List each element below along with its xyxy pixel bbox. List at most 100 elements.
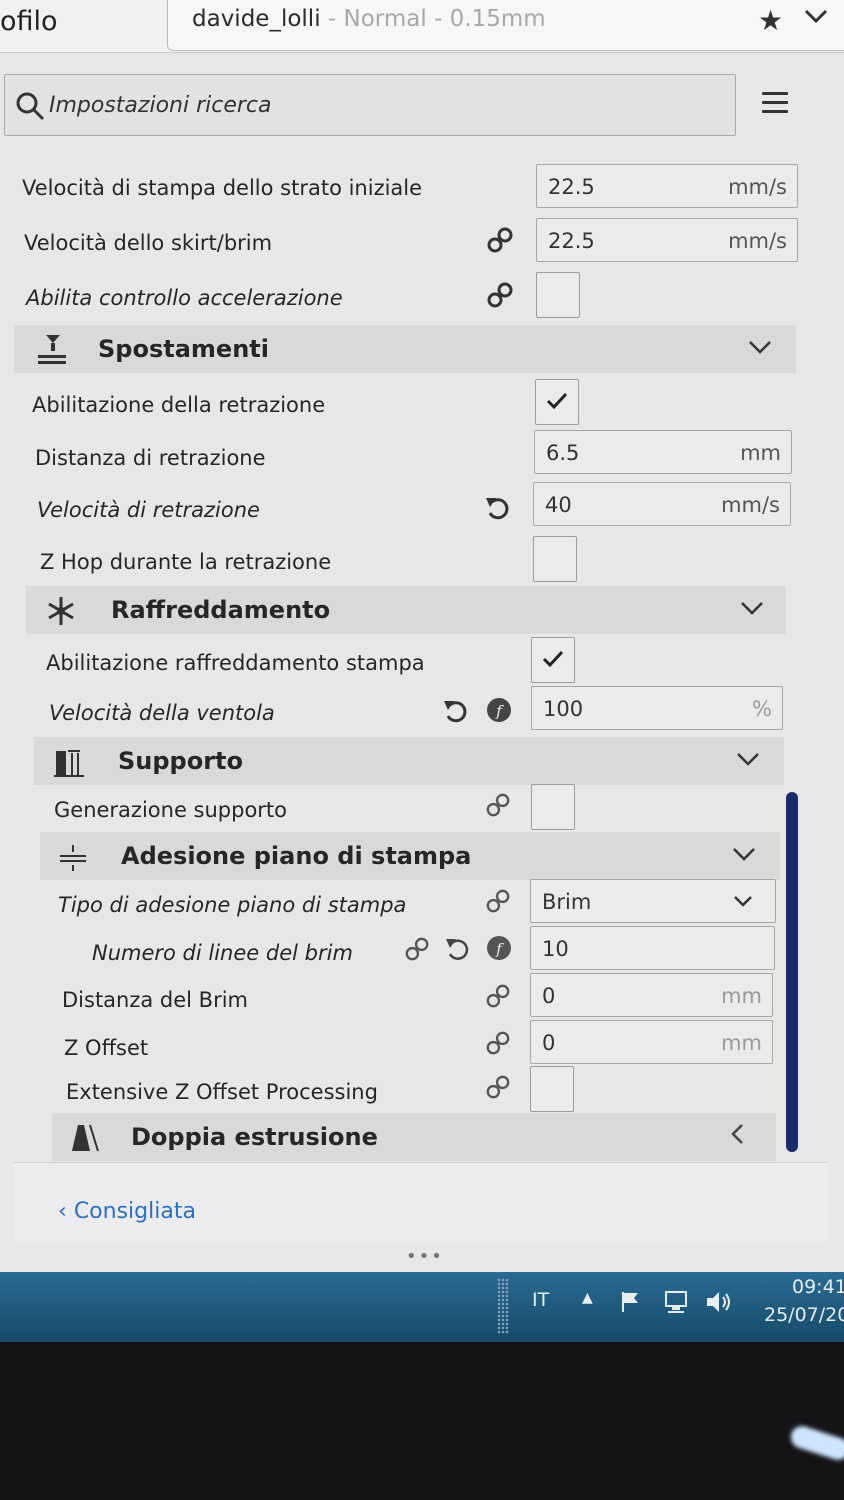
reset-icon[interactable]	[484, 494, 512, 522]
support-generation-checkbox[interactable]	[531, 784, 575, 830]
support-generation-label: Generazione supporto	[54, 798, 288, 822]
profile-tab[interactable]: ofilo	[0, 0, 165, 52]
profile-bar: ofilo davide_lolli - Normal - 0.15mm ★	[0, 0, 844, 53]
brim-distance-field[interactable]: 0 mm	[530, 973, 773, 1017]
initial-layer-speed-label: Velocità di stampa dello strato iniziale	[22, 176, 423, 200]
retraction-speed-label: Velocità di retrazione	[37, 498, 260, 522]
link-icon[interactable]	[485, 888, 511, 914]
reset-icon[interactable]	[442, 697, 470, 725]
brim-line-count-field[interactable]: 10	[530, 926, 775, 970]
acceleration-control-checkbox[interactable]	[536, 272, 580, 318]
profile-name: davide_lolli - Normal - 0.15mm	[192, 6, 546, 32]
clock-time[interactable]: 09:41	[792, 1276, 844, 1298]
link-icon[interactable]	[485, 792, 511, 818]
brim-line-count-label: Numero di linee del brim	[92, 941, 353, 965]
skirt-brim-speed-unit: mm/s	[728, 229, 787, 253]
dual-extrusion-icon	[72, 1124, 99, 1152]
brim-distance-unit: mm	[721, 984, 762, 1008]
show-hidden-icons-icon[interactable]: ▲	[582, 1290, 593, 1306]
link-icon[interactable]	[486, 281, 514, 309]
search-placeholder: Impostazioni ricerca	[49, 93, 272, 118]
z-hop-checkbox[interactable]	[533, 536, 577, 582]
brim-distance-label: Distanza del Brim	[62, 988, 249, 1012]
reset-icon[interactable]	[444, 935, 472, 963]
fan-icon	[48, 597, 74, 625]
z-hop-label: Z Hop durante la retrazione	[40, 550, 332, 574]
category-cooling[interactable]: Raffreddamento	[26, 586, 786, 634]
function-icon[interactable]: f	[486, 697, 512, 723]
chevron-left-icon	[731, 1124, 743, 1144]
search-icon	[16, 92, 45, 121]
chevron-down-icon	[741, 602, 763, 615]
settings-scrollbar[interactable]	[786, 792, 798, 1152]
category-travel[interactable]: Spostamenti	[14, 325, 796, 373]
category-cooling-label: Raffreddamento	[111, 596, 331, 624]
resize-handle[interactable]: •••	[406, 1246, 444, 1267]
skirt-brim-speed-field[interactable]: 22.5 mm/s	[536, 218, 798, 262]
network-icon[interactable]	[662, 1288, 690, 1316]
category-dual-extrusion[interactable]: Doppia estrusione	[52, 1113, 776, 1161]
check-icon	[546, 392, 568, 410]
fan-speed-label: Velocità della ventola	[49, 701, 275, 725]
category-support[interactable]: Supporto	[34, 737, 784, 785]
check-icon	[542, 650, 564, 668]
adhesion-type-label: Tipo di adesione piano di stampa	[58, 893, 407, 917]
settings-footer: ‹ Consigliata	[14, 1162, 828, 1241]
fan-speed-value: 100	[543, 697, 584, 721]
category-adhesion[interactable]: Adesione piano di stampa	[40, 832, 780, 880]
link-icon[interactable]	[404, 936, 430, 962]
acceleration-control-label: Abilita controllo accelerazione	[26, 286, 343, 310]
category-adhesion-label: Adesione piano di stampa	[121, 842, 472, 870]
retraction-distance-label: Distanza di retrazione	[35, 446, 266, 470]
retraction-distance-unit: mm	[740, 441, 781, 465]
adhesion-icon	[60, 845, 86, 871]
extensive-z-offset-checkbox[interactable]	[530, 1066, 574, 1112]
link-icon[interactable]	[486, 226, 514, 254]
category-support-label: Supporto	[118, 747, 244, 775]
monitor-bezel	[0, 1342, 844, 1500]
brim-line-count-value: 10	[542, 937, 569, 961]
taskbar-grip[interactable]	[497, 1278, 509, 1334]
profile-selector[interactable]: davide_lolli - Normal - 0.15mm ★	[167, 0, 844, 51]
initial-layer-speed-field[interactable]: 22.5 mm/s	[536, 164, 798, 208]
z-offset-label: Z Offset	[64, 1036, 149, 1060]
function-icon[interactable]: f	[486, 935, 512, 961]
link-icon[interactable]	[485, 1030, 511, 1056]
retraction-enable-label: Abilitazione della retrazione	[32, 393, 326, 417]
language-indicator[interactable]: IT	[532, 1289, 549, 1311]
profile-name-suffix: - Normal - 0.15mm	[320, 6, 546, 32]
profile-name-main: davide_lolli	[192, 6, 321, 32]
fan-speed-unit: %	[752, 697, 772, 721]
retraction-enable-checkbox[interactable]	[535, 379, 579, 425]
retraction-distance-value: 6.5	[546, 441, 580, 465]
cura-window: ofilo davide_lolli - Normal - 0.15mm ★ I…	[0, 0, 844, 1345]
z-offset-field[interactable]: 0 mm	[530, 1020, 773, 1064]
volume-icon[interactable]	[704, 1289, 732, 1315]
adhesion-type-value: Brim	[542, 890, 592, 914]
chevron-down-icon	[733, 848, 755, 861]
favorite-star-icon[interactable]: ★	[758, 4, 783, 37]
cooling-enable-checkbox[interactable]	[531, 637, 575, 683]
settings-search-box[interactable]: Impostazioni ricerca	[4, 74, 736, 136]
recommended-mode-button[interactable]: ‹ Consigliata	[58, 1199, 196, 1224]
retraction-distance-field[interactable]: 6.5 mm	[534, 430, 792, 474]
settings-menu-icon[interactable]	[762, 92, 788, 119]
link-icon[interactable]	[485, 983, 511, 1009]
brim-distance-value: 0	[542, 984, 556, 1008]
initial-layer-speed-unit: mm/s	[728, 175, 787, 199]
chevron-down-icon[interactable]	[804, 8, 828, 24]
travel-icon	[38, 335, 66, 364]
fan-speed-field[interactable]: 100 %	[531, 686, 783, 730]
action-center-flag-icon[interactable]	[620, 1290, 646, 1314]
retraction-speed-field[interactable]: 40 mm/s	[533, 482, 791, 526]
support-icon	[54, 750, 84, 777]
profile-tab-label: ofilo	[0, 6, 58, 37]
adhesion-type-dropdown[interactable]: Brim	[530, 879, 776, 923]
retraction-speed-value: 40	[545, 493, 572, 517]
z-offset-value: 0	[542, 1031, 556, 1055]
skirt-brim-speed-value: 22.5	[548, 229, 595, 253]
link-icon[interactable]	[485, 1074, 511, 1100]
cooling-enable-label: Abilitazione raffreddamento stampa	[46, 651, 425, 675]
category-dual-extrusion-label: Doppia estrusione	[131, 1123, 378, 1151]
clock-date[interactable]: 25/07/20	[764, 1304, 844, 1326]
